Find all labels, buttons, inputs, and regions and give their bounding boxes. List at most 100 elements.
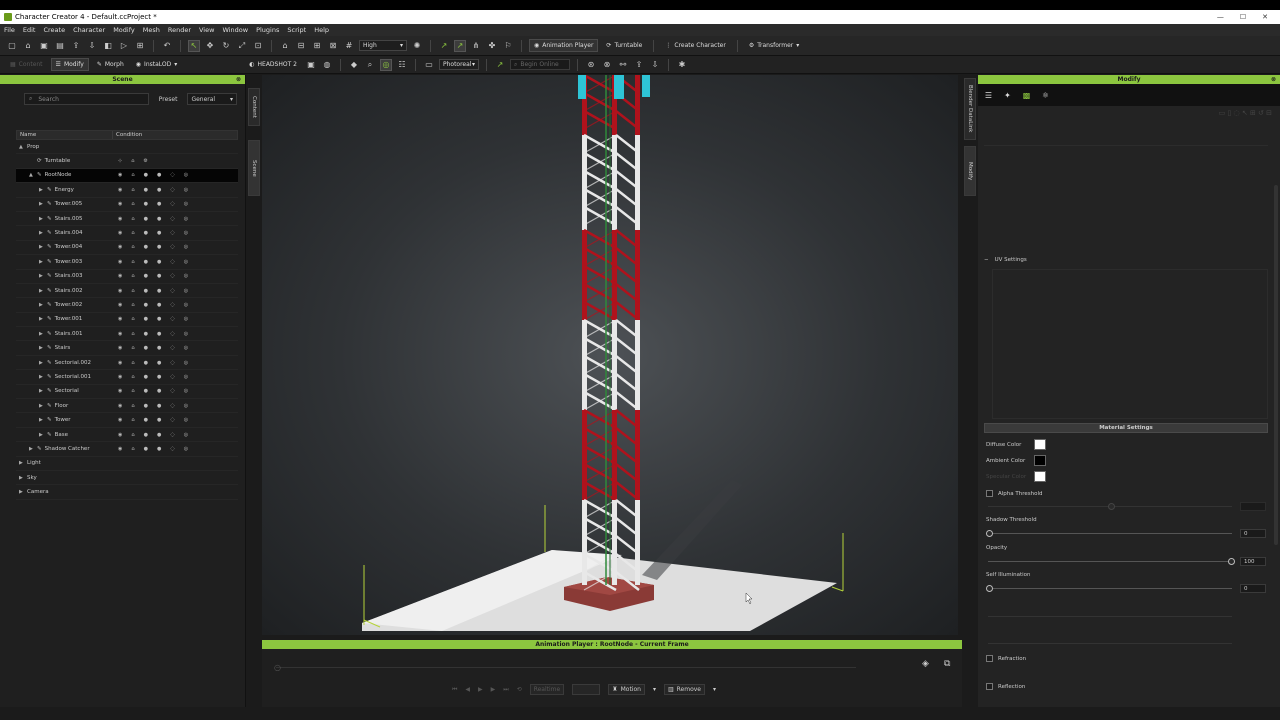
render-sphere-icon[interactable]: ● [144,374,148,380]
tree-row-camera[interactable]: ▶ Camera [16,485,238,500]
receive-shadow-icon[interactable]: ◌ [170,316,174,322]
lock-icon[interactable]: ⌂ [131,288,134,294]
visibility-eye-icon[interactable]: ◉ [118,187,122,193]
timeline-track[interactable] [276,667,856,668]
visibility-eye-icon[interactable]: ◉ [118,432,122,438]
render-sphere-icon[interactable]: ● [144,360,148,366]
transformer-button[interactable]: ⚙ Transformer ▾ [745,39,803,52]
visibility-eye-icon[interactable]: ◉ [118,288,122,294]
cast-shadow-icon[interactable]: ● [157,259,161,265]
chevron-down-icon[interactable]: ▾ [653,686,656,693]
receive-shadow-icon[interactable]: ◌ [170,288,174,294]
menu-view[interactable]: View [199,26,214,34]
receive-shadow-icon[interactable]: ◌ [170,273,174,279]
target-icon[interactable]: ◎ [184,417,188,423]
open-folder-icon[interactable]: ⌂ [22,40,34,52]
turntable-button[interactable]: ⟳ Turntable [602,39,646,52]
gizmo-icon[interactable]: ↗ [494,59,506,71]
fit-view-icon[interactable]: ⊟ [295,40,307,52]
receive-shadow-icon[interactable]: ◌ [170,172,174,178]
target-icon[interactable]: ◎ [184,259,188,265]
receive-shadow-icon[interactable]: ◌ [170,360,174,366]
shadow-threshold-slider[interactable] [986,530,1232,537]
visibility-eye-icon[interactable]: ◉ [118,201,122,207]
target-icon[interactable]: ◎ [184,446,188,452]
maximize-button[interactable]: ☐ [1240,13,1246,21]
undo-icon[interactable]: ↶ [161,40,173,52]
target-icon[interactable]: ◎ [184,331,188,337]
cast-shadow-icon[interactable]: ● [157,417,161,423]
bone-icon[interactable]: ↗ [454,39,466,52]
expand-arrow-icon[interactable]: ▶ [39,244,44,250]
download-icon[interactable]: ⇩ [649,59,661,71]
create-character-button[interactable]: ⋮ Create Character [661,39,729,52]
visibility-eye-icon[interactable]: ◉ [118,302,122,308]
close-button[interactable]: ✕ [1262,13,1268,21]
alpha-threshold-slider[interactable] [988,503,1232,510]
visibility-eye-icon[interactable]: ◉ [118,331,122,337]
headshot-button[interactable]: ◐ HEADSHOT 2 [245,58,301,71]
3d-viewport[interactable] [262,75,958,635]
render-sphere-icon[interactable]: ● [144,244,148,250]
lock-icon[interactable]: ⌂ [131,331,134,337]
expand-arrow-icon[interactable]: ▶ [39,259,44,265]
render-mode-icon[interactable]: ▭ [423,59,435,71]
home-camera-icon[interactable]: ⌂ [279,40,291,52]
self-illumination-spinbox[interactable]: 0 [1240,584,1266,593]
side-tab-blender-datalink[interactable]: Blender DataLink [964,78,976,140]
cast-shadow-icon[interactable]: ● [157,244,161,250]
snap-icon[interactable]: ◎ [379,58,392,71]
link-icon[interactable]: ⚯ [617,59,629,71]
opacity-slider[interactable] [988,558,1235,565]
sliders-icon[interactable]: ☰ [982,89,995,102]
slider-knob[interactable] [986,585,993,592]
visibility-eye-icon[interactable]: ◉ [118,273,122,279]
light-icon[interactable]: ✺ [411,40,423,52]
instalod-button[interactable]: ◉ InstaLOD ▾ [132,58,181,71]
render-sphere-icon[interactable]: ● [144,302,148,308]
render-sphere-icon[interactable]: ● [144,288,148,294]
tree-row-stairs-005[interactable]: ▶ ✎ Stairs.005 ◉ ⌂ ● ● ◌ ◎ [16,212,238,227]
tree-row-tower-004[interactable]: ▶ ✎ Tower.004 ◉ ⌂ ● ● ◌ ◎ [16,241,238,256]
receive-shadow-icon[interactable]: ◌ [170,230,174,236]
alpha-threshold-checkbox[interactable] [986,490,993,497]
visibility-eye-icon[interactable]: ◉ [118,417,122,423]
receive-shadow-icon[interactable]: ◌ [170,244,174,250]
menu-render[interactable]: Render [168,26,191,34]
render-sphere-icon[interactable]: ● [144,230,148,236]
cast-shadow-icon[interactable]: ● [157,201,161,207]
render-mode-select[interactable]: Photoreal ▾ [438,59,479,70]
visibility-eye-icon[interactable]: ◉ [118,388,122,394]
receive-shadow-icon[interactable]: ◌ [170,388,174,394]
lock-icon[interactable]: ⌂ [131,244,134,250]
receive-shadow-icon[interactable]: ◌ [170,432,174,438]
name-column-header[interactable]: Name [17,131,113,139]
lock-icon[interactable]: ⌂ [131,172,134,178]
uv-settings-header[interactable]: − UV Settings [984,255,1268,265]
expand-arrow-icon[interactable]: ▶ [39,345,44,351]
tree-row-light[interactable]: ▶ Light [16,457,238,471]
export-icon[interactable]: ⇪ [70,40,82,52]
ambient-color-swatch[interactable] [1034,455,1046,466]
cast-shadow-icon[interactable]: ● [157,360,161,366]
export-fbx-icon[interactable]: ⊞ [134,40,146,52]
receive-shadow-icon[interactable]: ◌ [170,345,174,351]
cast-shadow-icon[interactable]: ● [157,288,161,294]
visibility-eye-icon[interactable]: ◉ [118,230,122,236]
cast-shadow-icon[interactable]: ● [157,316,161,322]
cast-shadow-icon[interactable]: ● [157,403,161,409]
expand-arrow-icon[interactable]: ▶ [39,374,44,380]
render-sphere-icon[interactable]: ● [144,403,148,409]
receive-shadow-icon[interactable]: ◌ [170,446,174,452]
render-sphere-icon[interactable]: ● [144,316,148,322]
menu-edit[interactable]: Edit [23,26,36,34]
lock-icon[interactable]: ⌂ [131,216,134,222]
rotate-tool-icon[interactable]: ↻ [220,40,232,52]
loop-icon[interactable]: ⟲ [517,686,522,693]
visibility-eye-icon[interactable]: ◉ [118,360,122,366]
diffuse-color-swatch[interactable] [1034,439,1046,450]
lock-icon[interactable]: ⌂ [131,259,134,265]
expand-arrow-icon[interactable]: ▶ [39,187,44,193]
menu-script[interactable]: Script [287,26,306,34]
render-sphere-icon[interactable]: ● [144,273,148,279]
